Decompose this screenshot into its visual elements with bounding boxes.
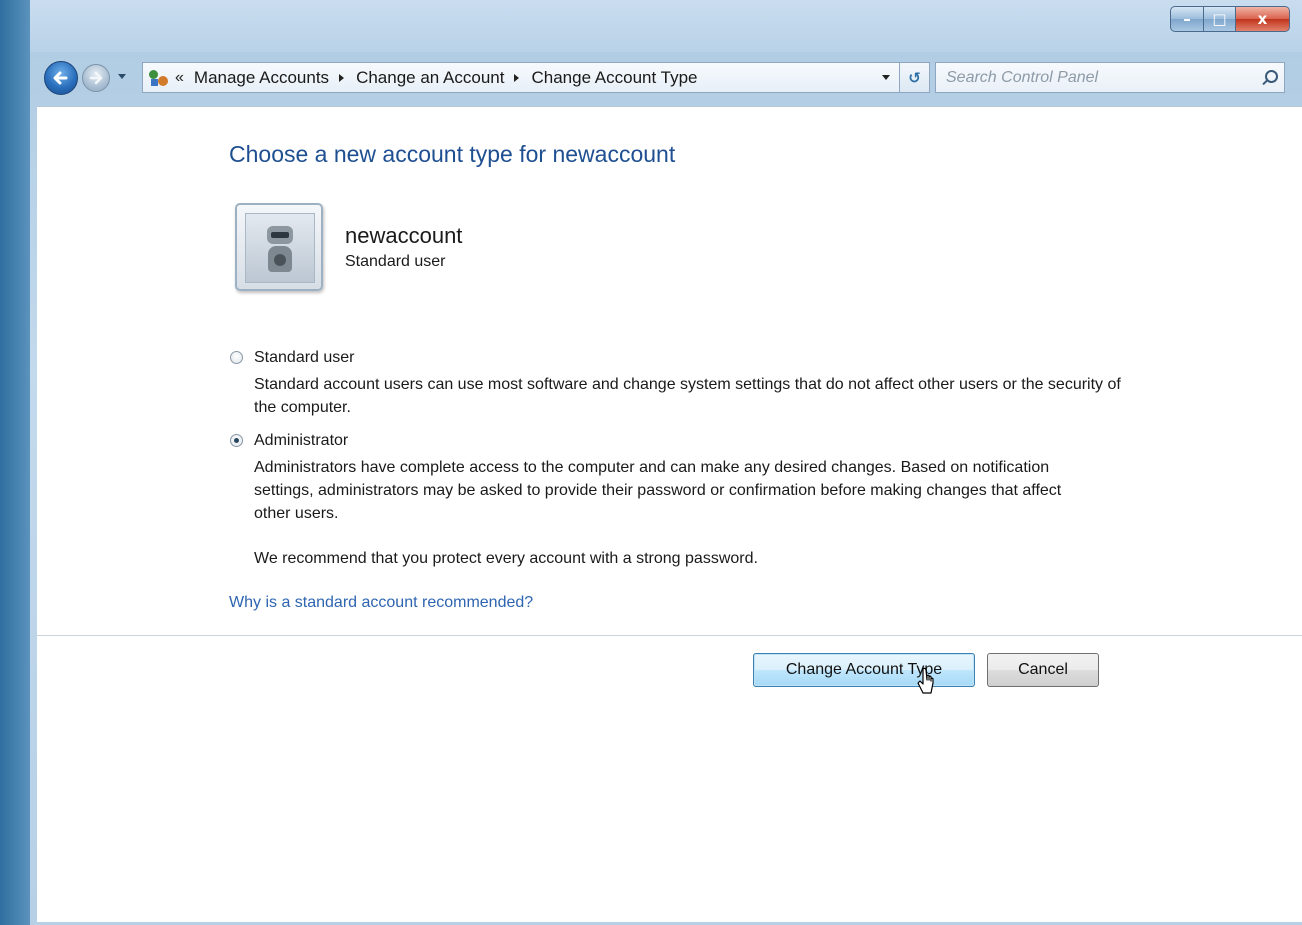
- option-label[interactable]: Standard user: [254, 349, 355, 367]
- content-pane: Choose a new account type for newaccount…: [37, 106, 1302, 922]
- radio-standard-user[interactable]: [230, 351, 243, 364]
- caption-buttons: – □ x: [1170, 6, 1290, 32]
- address-history-dropdown[interactable]: [873, 63, 899, 92]
- divider: [37, 635, 1302, 636]
- option-label[interactable]: Administrator: [254, 432, 348, 450]
- account-picture: [235, 203, 323, 291]
- title-bar[interactable]: – □ x: [30, 0, 1302, 52]
- breadcrumb-change-account-type[interactable]: Change Account Type: [531, 68, 697, 88]
- back-button[interactable]: [44, 61, 78, 95]
- breadcrumb-separator-icon[interactable]: [339, 73, 345, 82]
- forward-arrow-icon: [89, 71, 103, 85]
- users-icon: [149, 68, 169, 88]
- change-account-type-button[interactable]: Change Account Type: [753, 653, 975, 687]
- chevron-down-icon: [882, 75, 890, 80]
- why-standard-account-link[interactable]: Why is a standard account recommended?: [229, 594, 533, 612]
- breadcrumb-separator-icon[interactable]: [514, 73, 520, 82]
- search-input[interactable]: [944, 67, 1258, 88]
- close-button[interactable]: x: [1236, 6, 1290, 32]
- user-robot-avatar: [245, 213, 315, 283]
- refresh-button[interactable]: ↺: [900, 62, 930, 93]
- radio-administrator[interactable]: [230, 434, 243, 447]
- search-box[interactable]: [935, 62, 1285, 93]
- option-description: Standard account users can use most soft…: [254, 376, 1121, 416]
- breadcrumb-change-an-account[interactable]: Change an Account: [356, 68, 504, 88]
- page-title: Choose a new account type for newaccount: [229, 141, 676, 167]
- refresh-icon: ↺: [908, 68, 921, 87]
- account-name: newaccount: [345, 223, 463, 248]
- search-icon[interactable]: [1258, 65, 1284, 91]
- password-recommendation: We recommend that you protect every acco…: [254, 550, 758, 567]
- forward-button[interactable]: [82, 64, 110, 92]
- maximize-button[interactable]: □: [1204, 6, 1236, 32]
- account-role: Standard user: [345, 253, 446, 270]
- breadcrumb-overflow-button[interactable]: «: [175, 69, 184, 87]
- breadcrumb-manage-accounts[interactable]: Manage Accounts: [194, 68, 329, 88]
- window-left-edge: [0, 0, 30, 925]
- navigation-bar: « Manage Accounts Change an Account Chan…: [30, 56, 1302, 100]
- recent-pages-dropdown[interactable]: [118, 74, 126, 79]
- address-bar[interactable]: « Manage Accounts Change an Account Chan…: [142, 62, 900, 93]
- back-arrow-icon: [53, 71, 68, 85]
- mouse-cursor-icon: [917, 667, 934, 694]
- option-description: Administrators have complete access to t…: [254, 459, 1062, 522]
- minimize-button[interactable]: –: [1170, 6, 1204, 32]
- cancel-button[interactable]: Cancel: [987, 653, 1099, 687]
